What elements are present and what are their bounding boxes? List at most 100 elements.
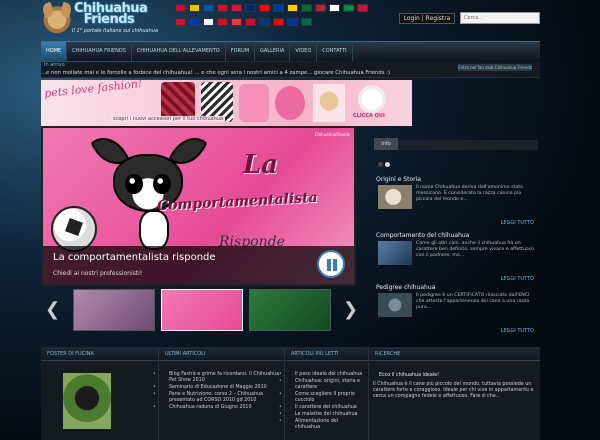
language-flag-icon[interactable]	[273, 17, 284, 26]
ad-subtitle: scopri i nuovi accessori per il tuo chih…	[111, 116, 226, 122]
info-section-text: Come gli altri cani, anche il chihuahua …	[416, 241, 535, 258]
logo-title: Chihuahua Friends	[74, 1, 148, 27]
language-flag-icon[interactable]	[189, 4, 200, 12]
article-link[interactable]: Le malattie del chihuahua	[279, 411, 368, 418]
search-input[interactable]	[460, 12, 540, 24]
cartoon-dog-image	[83, 129, 208, 254]
language-flag-icon[interactable]	[203, 4, 214, 12]
login-register-button[interactable]: Login | Registra	[399, 13, 455, 24]
nav-item[interactable]: Galleria	[255, 42, 291, 61]
read-more-link[interactable]: LEGGI TUTTO	[501, 276, 534, 282]
widget-research: Ricerche Ecco il chihuahua ideale! Il Ch…	[369, 347, 540, 440]
nav-item[interactable]: Forum	[226, 42, 256, 61]
thumbnail-1[interactable]	[73, 289, 155, 331]
fan-club-button[interactable]: Entra nel fan club Chihuahua Friends	[458, 64, 532, 71]
logo-tagline: Il 1° portale italiano sul chihuahua	[72, 28, 159, 34]
bottom-widgets: Foster di Fucina Ultimi articoli Bing Fa…	[41, 347, 540, 440]
ad-product-image	[239, 84, 269, 122]
article-link[interactable]: Alimentazione del chihuahua	[279, 418, 368, 431]
ad-banner[interactable]: pets love fashion! scopri i nuovi access…	[41, 80, 412, 126]
thumbnail-3[interactable]	[249, 289, 331, 331]
info-section-text: Il nome Chihuahua deriva dall'omonimo st…	[416, 185, 523, 202]
research-heading[interactable]: Ecco il chihuahua ideale!	[369, 361, 540, 379]
pager-dot[interactable]	[378, 162, 383, 167]
language-flag-icon[interactable]	[175, 4, 186, 12]
language-flag-icon[interactable]	[217, 17, 228, 26]
language-flag-icon[interactable]	[245, 17, 256, 26]
dog-photo[interactable]	[63, 373, 111, 429]
language-flag-icon[interactable]	[273, 4, 284, 12]
article-link[interactable]: Chihuahua raduna di Giugno 2010	[153, 404, 284, 411]
language-flag-icon[interactable]	[357, 4, 368, 12]
widget-foster: Foster di Fucina	[41, 347, 159, 440]
widget-title: Foster di Fucina	[41, 347, 158, 361]
slide-caption: La comportamentalista risponde Chiedi ai…	[43, 246, 354, 284]
read-more-link[interactable]: LEGGI TUTTO	[501, 328, 534, 334]
tab-info[interactable]: Info	[374, 138, 398, 150]
site-logo[interactable]: Chihuahua Friends Il 1° portale italiano…	[42, 1, 170, 37]
language-flag-icon[interactable]	[301, 4, 312, 12]
language-flag-icon[interactable]	[287, 17, 298, 26]
info-panel: Info Origini e Storia Il nome Chihuahua …	[370, 138, 540, 338]
featured-slide[interactable]: Chihuahuafriends La Comportamentalista R…	[41, 126, 356, 286]
info-section: Comportamento del chihuahua Come gli alt…	[376, 232, 538, 284]
ticker-label: In arrivo	[44, 62, 65, 68]
language-flag-icon[interactable]	[203, 17, 214, 26]
slide-thumbnails: ❮ ❯	[41, 287, 358, 333]
prev-arrow-icon[interactable]: ❮	[45, 299, 60, 320]
article-link[interactable]: Il peso ideale del chihuahua	[279, 371, 368, 378]
language-flag-icon[interactable]	[189, 17, 200, 26]
language-flag-icon[interactable]	[175, 17, 186, 26]
language-flag-icon[interactable]	[329, 4, 340, 12]
language-flags	[175, 4, 375, 28]
article-link[interactable]: Il carattere del chihuahua	[279, 404, 368, 411]
next-arrow-icon[interactable]: ❯	[343, 299, 358, 320]
language-flag-icon[interactable]	[217, 4, 228, 12]
slide-caption-title[interactable]: La comportamentalista risponde	[53, 252, 216, 263]
nav-item[interactable]: Contatti	[317, 42, 353, 61]
info-section-image	[378, 185, 412, 209]
language-flag-icon[interactable]	[245, 4, 256, 12]
ad-dog-image	[313, 84, 345, 122]
site-header: Chihuahua Friends Il 1° portale italiano…	[0, 0, 600, 40]
info-section: Pedigree chihuahua Il pedigree è un CERT…	[376, 284, 538, 336]
slide-credit: Chihuahuafriends	[314, 132, 350, 137]
language-flag-icon[interactable]	[343, 4, 354, 12]
ad-cta[interactable]: CLICCA QUI	[353, 113, 385, 119]
language-flag-icon[interactable]	[231, 4, 242, 12]
info-tab-bar	[398, 140, 538, 150]
article-link[interactable]: Come scegliere il proprio cucciolo	[279, 391, 368, 404]
language-flag-icon[interactable]	[315, 4, 326, 12]
widget-title: Articoli più letti	[285, 347, 368, 361]
info-section-title[interactable]: Origini e Storia	[376, 176, 538, 183]
article-link[interactable]: Chihuahua: origini, storia e carattere	[279, 378, 368, 391]
language-flag-icon[interactable]	[231, 17, 242, 26]
main-nav: Home Chihuahua Friends Chihuahua dell'alle…	[41, 41, 540, 61]
language-flag-icon[interactable]	[259, 17, 270, 26]
research-text: Il Chihuahua è il cane più piccolo del m…	[373, 382, 534, 399]
chihuahua-logo-icon	[42, 1, 72, 35]
article-link[interactable]: Pane e Nutrizione: corso 2 – Chihuahua p…	[153, 391, 284, 404]
info-section-title[interactable]: Pedigree chihuahua	[376, 284, 538, 291]
slide-caption-subtitle: Chiedi ai nostri professionisti!	[53, 270, 143, 277]
article-link[interactable]: Seminario di Educazione di Maggio 2010	[153, 384, 284, 391]
info-section-text: Il pedigree è un CERTIFICATO rilasciato …	[416, 293, 530, 310]
nav-item[interactable]: Home	[41, 42, 68, 61]
widget-most-read: Articoli più letti Il peso ideale del ch…	[279, 347, 369, 440]
language-flag-icon[interactable]	[301, 17, 312, 26]
pager-dot[interactable]	[385, 162, 390, 167]
info-section-title[interactable]: Comportamento del chihuahua	[376, 232, 538, 239]
read-more-link[interactable]: LEGGI TUTTO	[501, 220, 534, 226]
language-flag-icon[interactable]	[287, 4, 298, 12]
ad-product-image	[275, 86, 305, 120]
nav-item[interactable]: Video	[290, 42, 318, 61]
language-flag-icon[interactable]	[259, 4, 270, 12]
nav-item[interactable]: Chihuahua dell'allevamento	[132, 42, 226, 61]
news-ticker: In arrivo ...e non mollate mai e le forc…	[41, 62, 540, 78]
pager-dots	[378, 162, 392, 169]
thumbnail-2[interactable]	[161, 289, 243, 331]
nav-item[interactable]: Chihuahua Friends	[67, 42, 132, 61]
info-section-image	[378, 293, 412, 317]
pause-icon[interactable]	[317, 250, 345, 278]
article-link[interactable]: Bing Fastrà e grime fa ricordarsi: Il Ch…	[153, 371, 284, 384]
